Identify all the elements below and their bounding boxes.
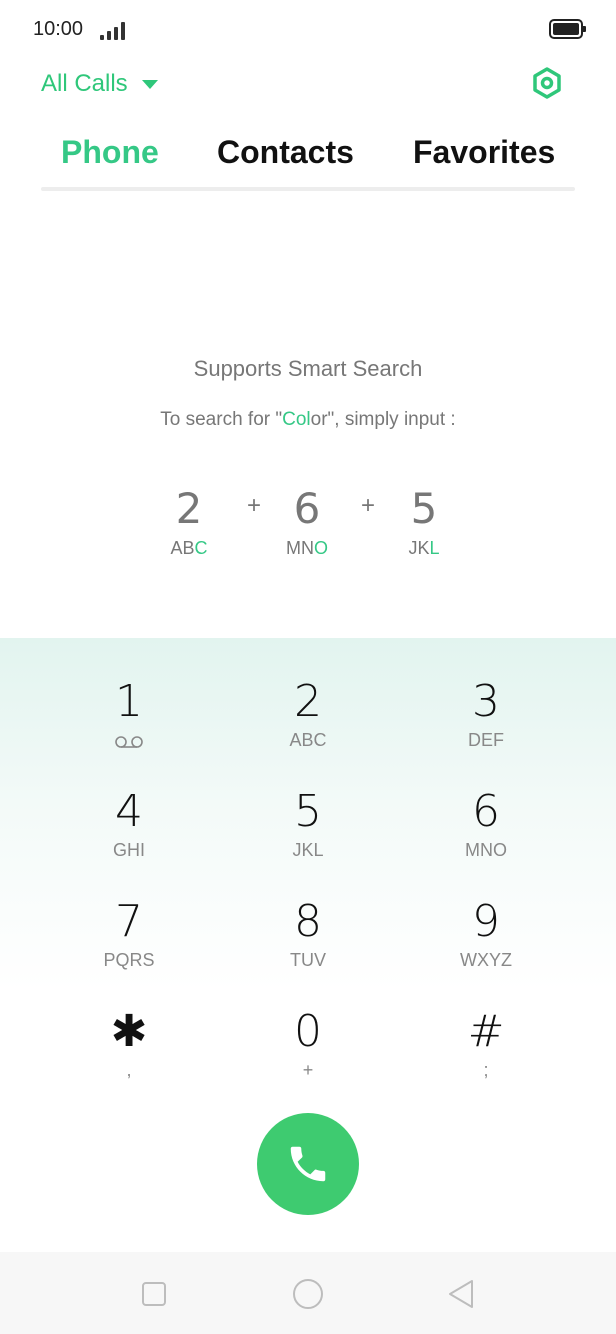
key-letters: + — [302, 1060, 314, 1080]
key-7[interactable]: 7 PQRS — [59, 896, 199, 992]
example-key-2: 2 ABC — [149, 484, 229, 559]
key-letters: ABC — [289, 730, 327, 750]
subtitle-highlight: Col — [282, 409, 311, 430]
key-digit: 8 — [294, 896, 322, 947]
call-filter-label: All Calls — [41, 70, 128, 97]
key-digit: 1 — [115, 676, 143, 727]
key-star[interactable]: ✱ , — [59, 1006, 199, 1102]
voicemail-icon — [115, 736, 143, 748]
key-digit: 6 — [472, 786, 500, 837]
triangle-back-icon[interactable] — [444, 1276, 480, 1312]
example-plus: + — [247, 492, 262, 519]
call-filter-dropdown[interactable]: All Calls — [41, 66, 158, 102]
caret-down-icon — [141, 79, 158, 89]
key-digit: 2 — [294, 676, 322, 727]
square-icon[interactable] — [136, 1276, 172, 1312]
key-3[interactable]: 3 DEF — [416, 676, 556, 772]
key-letters: WXYZ — [460, 950, 512, 970]
key-letters: MNO — [465, 840, 507, 860]
key-digit: ✱ — [110, 1006, 148, 1057]
example-digit: 2 — [175, 484, 203, 533]
key-2[interactable]: 2 ABC — [238, 676, 378, 772]
key-digit: 4 — [115, 786, 143, 837]
smart-search-title: Supports Smart Search — [193, 356, 423, 381]
circle-icon[interactable] — [290, 1276, 326, 1312]
key-letters: JKL — [292, 840, 324, 860]
key-letters: TUV — [290, 950, 326, 970]
call-button[interactable] — [257, 1113, 359, 1215]
tab-underline — [41, 187, 575, 191]
key-digit: 0 — [294, 1006, 322, 1057]
key-digit: 3 — [472, 676, 500, 727]
key-digit: 9 — [472, 896, 500, 947]
example-key-6: 6 MNO — [267, 484, 347, 559]
example-letters: MNO — [285, 538, 328, 558]
subtitle-after: or", simply input : — [310, 409, 456, 430]
key-letters: GHI — [112, 840, 145, 860]
example-plus: + — [361, 492, 376, 519]
subtitle-before: To search for " — [160, 409, 283, 430]
signal-bars-icon — [100, 20, 126, 40]
example-letters: JKL — [408, 538, 440, 558]
smart-search-subtitle: To search for "Color", simply input : — [0, 409, 616, 431]
example-letters: ABC — [170, 538, 208, 558]
settings-hexagon-icon[interactable] — [530, 66, 564, 100]
key-9[interactable]: 9 WXYZ — [416, 896, 556, 992]
tab-bar: Phone Contacts Favorites — [41, 128, 575, 194]
key-digit: # — [467, 1006, 505, 1057]
key-letters: PQRS — [103, 950, 155, 970]
tab-phone[interactable]: Phone — [61, 134, 159, 171]
tab-contacts[interactable]: Contacts — [217, 134, 354, 171]
example-digit: 6 — [293, 484, 321, 533]
example-key-5: 5 JKL — [384, 484, 464, 559]
key-letters: ; — [483, 1060, 489, 1080]
dial-keypad: 1 2 ABC 3 DEF 4 GHI 5 JKL 6 MNO 7 PQRS 8… — [0, 638, 616, 1108]
system-nav-bar — [0, 1252, 616, 1334]
key-digit: 7 — [115, 896, 143, 947]
key-hash[interactable]: # ; — [416, 1006, 556, 1102]
key-5[interactable]: 5 JKL — [238, 786, 378, 882]
phone-handset-icon — [290, 1146, 326, 1182]
key-0[interactable]: 0 + — [238, 1006, 378, 1102]
status-bar: 10:00 — [0, 0, 616, 60]
key-8[interactable]: 8 TUV — [238, 896, 378, 992]
key-6[interactable]: 6 MNO — [416, 786, 556, 882]
status-time: 10:00 — [33, 18, 84, 40]
key-4[interactable]: 4 GHI — [59, 786, 199, 882]
battery-full-icon — [549, 19, 586, 39]
key-letters: DEF — [468, 730, 504, 750]
key-digit: 5 — [294, 786, 322, 837]
key-1[interactable]: 1 — [59, 676, 199, 772]
example-digit: 5 — [410, 484, 438, 533]
key-letters: , — [126, 1060, 132, 1080]
tab-favorites[interactable]: Favorites — [413, 134, 555, 171]
